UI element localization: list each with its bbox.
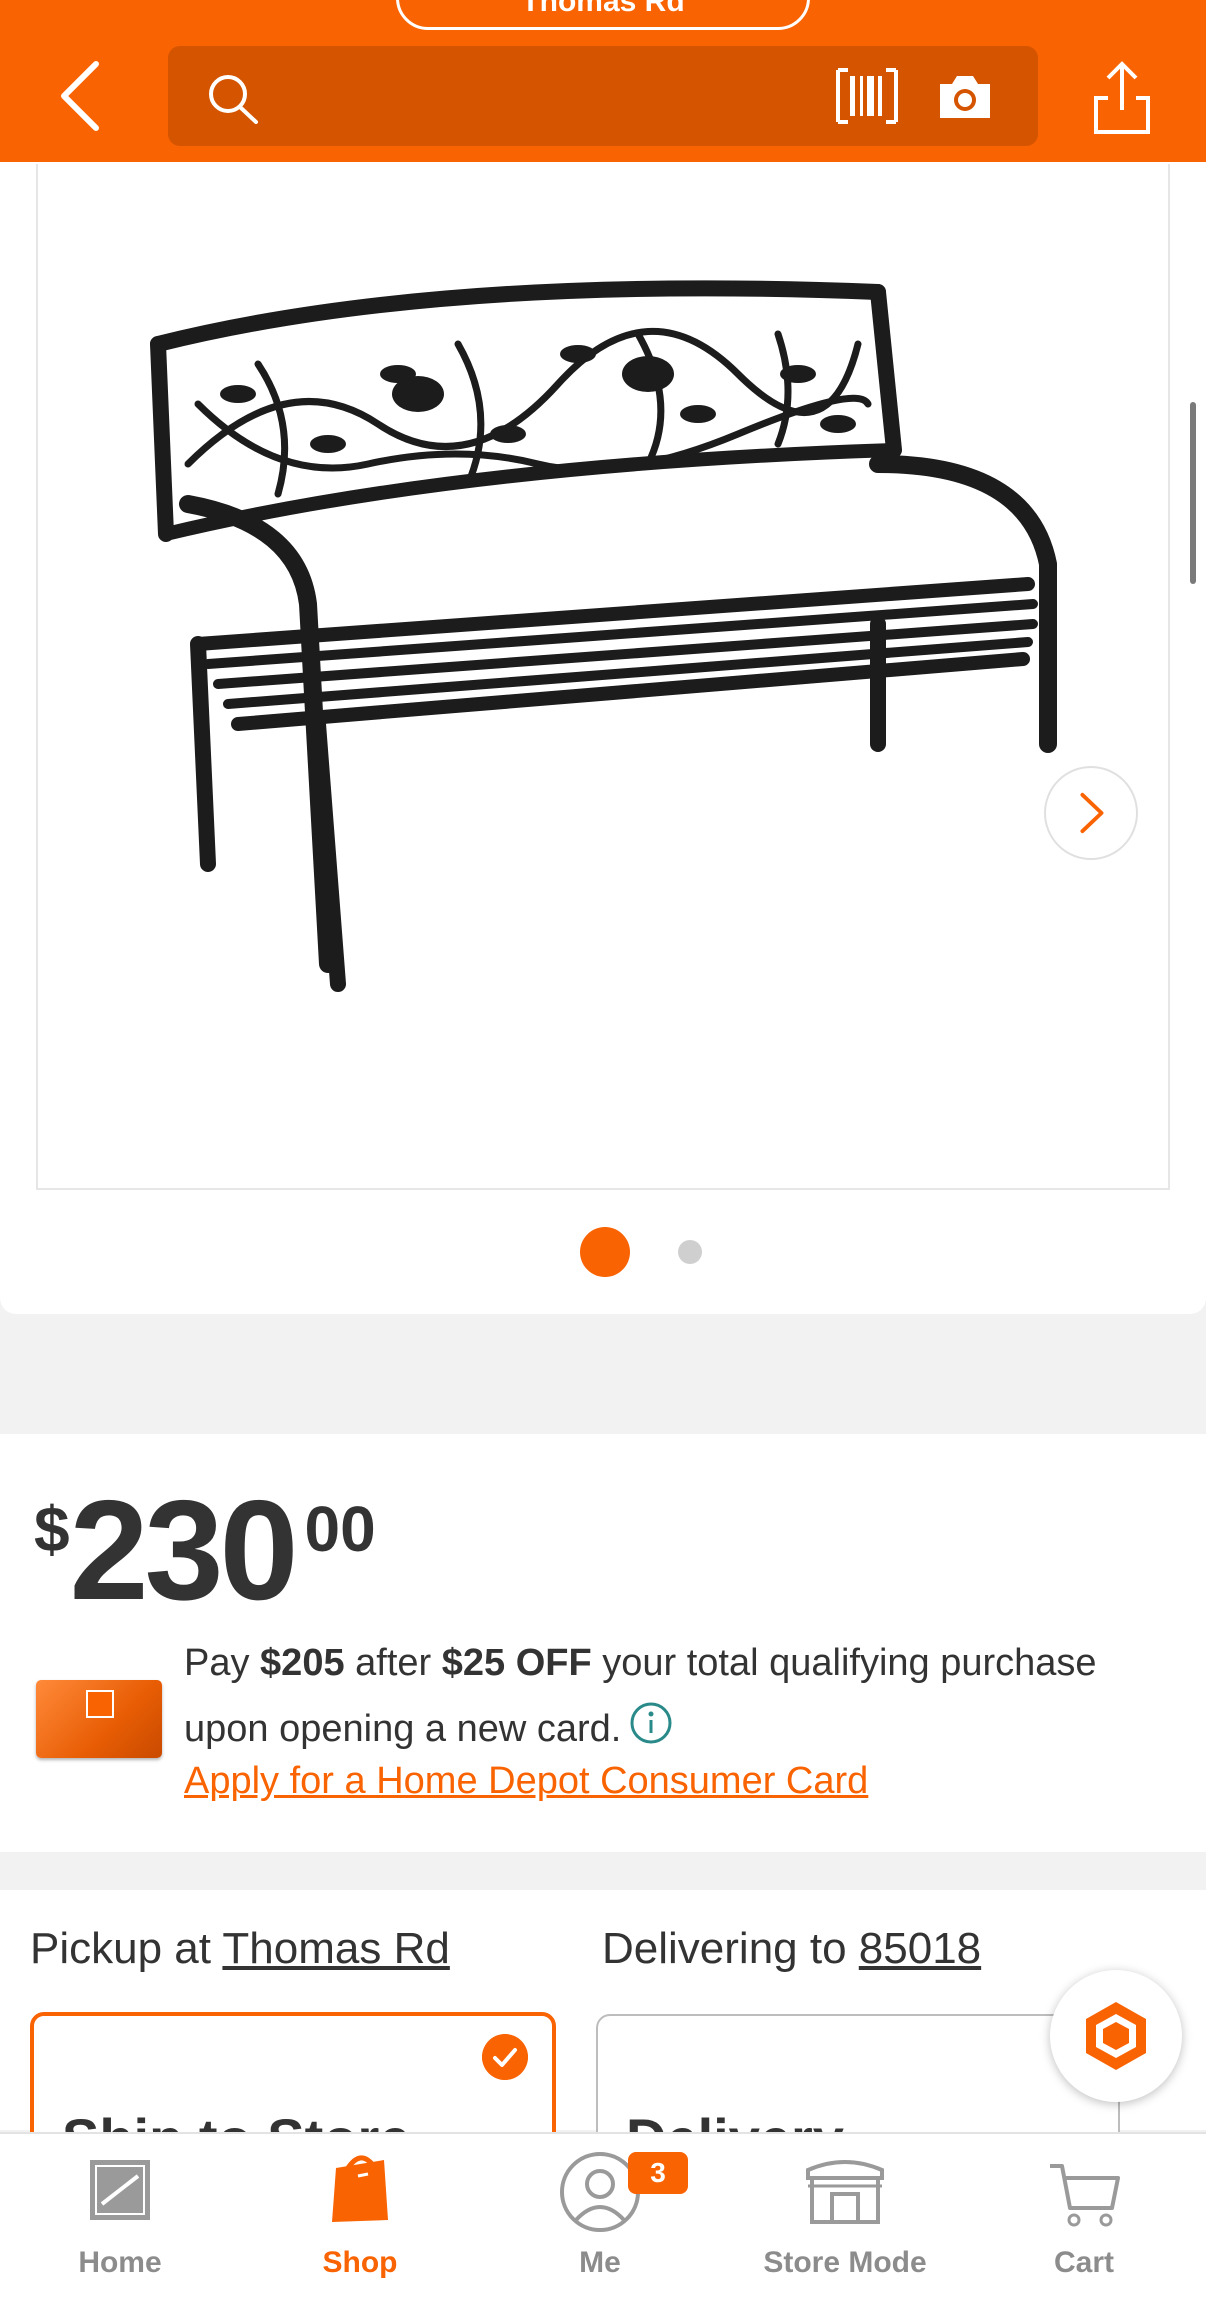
search-icon [209,75,258,124]
gallery-dot-active[interactable] [580,1227,630,1277]
nav-shop[interactable]: Shop [280,2134,440,2314]
top-header: Thomas Rd [0,0,1206,162]
fulfillment-section: Pickup at Thomas Rd Delivering to 85018 … [0,1890,1206,2214]
cart-icon [1050,2164,1120,2227]
nav-home[interactable]: Home [40,2134,200,2314]
camera-icon[interactable] [936,72,994,122]
shop-bag-icon [332,2155,388,2222]
apply-card-link[interactable]: Apply for a Home Depot Consumer Card [184,1760,868,1803]
pickup-store-link[interactable]: Thomas Rd [222,1924,449,1973]
next-image-button[interactable] [1044,766,1138,860]
home-depot-logo-icon [90,2160,150,2220]
search-bar[interactable] [168,46,1038,146]
card-logo-icon [86,1690,114,1718]
pickup-location: Pickup at Thomas Rd [30,1924,450,1974]
price-section: $ 230 00 Pay $205 after $25 OFF your tot… [0,1434,1206,1852]
product-gallery [0,162,1206,1314]
gallery-dot[interactable] [678,1240,702,1264]
price: $ 230 00 [34,1464,376,1622]
info-icon[interactable] [629,1701,673,1745]
notification-badge: 3 [628,2152,688,2194]
back-icon[interactable] [52,58,108,134]
store-selector[interactable]: Thomas Rd [396,0,810,30]
nav-cart[interactable]: Cart [1004,2134,1164,2314]
delivery-location: Delivering to 85018 [602,1924,981,1974]
delivery-prefix: Delivering to [602,1924,859,1973]
credit-card-icon [36,1680,162,1758]
hexagon-icon [1086,2002,1146,2070]
delivery-zip-link[interactable]: 85018 [859,1924,981,1973]
price-dollars: 230 [69,1471,299,1630]
offer-pay-amount: $205 [260,1642,345,1684]
bottom-nav: Home Shop Me 3 Store Mode Cart [0,2132,1206,2314]
share-icon[interactable] [1090,58,1154,136]
pickup-prefix: Pickup at [30,1924,223,1973]
nav-home-label: Home [78,2246,162,2279]
product-image[interactable] [36,164,1170,1190]
nav-cart-label: Cart [1053,2246,1114,2279]
price-currency: $ [34,1493,70,1565]
store-icon [806,2160,884,2224]
offer-pay: Pay [184,1642,261,1684]
scroll-indicator[interactable] [1190,402,1196,584]
store-selector-label: Thomas Rd [521,0,685,18]
checkmark-icon [482,2034,528,2080]
price-cents: 00 [304,1493,376,1565]
nav-store-mode-label: Store Mode [763,2246,927,2279]
offer-after: after [344,1642,442,1684]
card-offer-text: Pay $205 after $25 OFF your total qualif… [184,1630,1184,1762]
nav-store-mode[interactable]: Store Mode [740,2134,950,2314]
nav-me-label: Me [579,2246,621,2279]
offer-off-amount: $25 OFF [441,1642,592,1684]
barcode-icon[interactable] [836,68,898,124]
chat-assistant-button[interactable] [1050,1970,1182,2102]
bench-image [150,280,1057,992]
nav-shop-label: Shop [322,2246,398,2279]
